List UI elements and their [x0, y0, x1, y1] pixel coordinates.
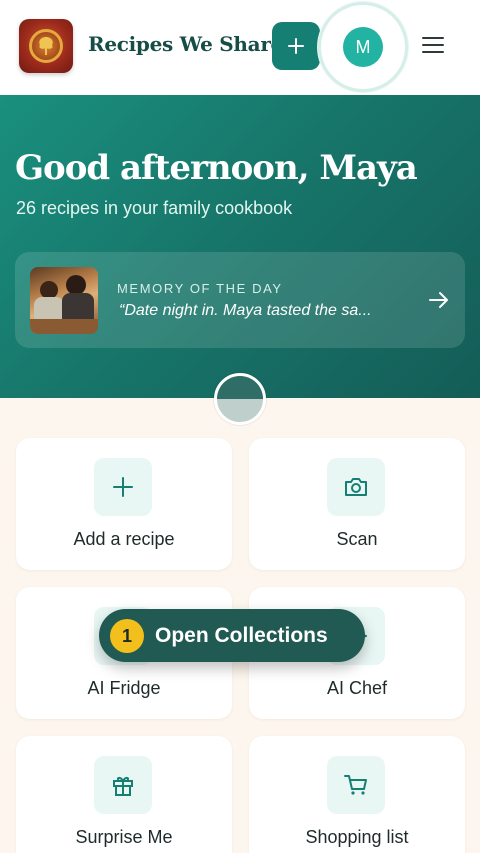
tile-label: Add a recipe — [73, 529, 175, 549]
plus-icon — [113, 477, 133, 497]
cart-icon-container — [327, 756, 385, 814]
app-logo[interactable] — [19, 19, 73, 73]
app-title: Recipes We Share — [88, 32, 283, 56]
tile-label: Surprise Me — [75, 827, 173, 847]
step-badge: 1 — [110, 619, 144, 653]
loading-spinner — [214, 373, 266, 425]
memory-photo — [30, 267, 98, 334]
tile-label: AI Chef — [326, 678, 388, 698]
plus-icon — [288, 38, 304, 54]
memory-quote: “Date night in. Maya tasted the sa... — [119, 302, 372, 319]
onboarding-tooltip[interactable]: 1 Open Collections — [99, 609, 365, 662]
tree-icon — [39, 37, 53, 55]
add-a-recipe-tile[interactable]: Add a recipe — [16, 438, 232, 570]
arrow-right-icon — [429, 292, 448, 308]
avatar[interactable]: M — [343, 27, 383, 67]
tile-label: AI Fridge — [87, 678, 161, 698]
cart-icon — [344, 775, 367, 795]
gift-icon — [113, 777, 133, 796]
tile-label: Shopping list — [305, 827, 409, 847]
memory-of-the-day-card[interactable]: MEMORY OF THE DAY “Date night in. Maya t… — [15, 252, 465, 348]
scan-tile[interactable]: Scan — [249, 438, 465, 570]
camera-icon — [345, 478, 367, 496]
hero-banner: Good afternoon, Maya 26 recipes in your … — [0, 95, 480, 425]
scan-icon-container — [327, 458, 385, 516]
recipe-count-text: 26 recipes in your family cookbook — [16, 198, 293, 218]
surprise-me-tile[interactable]: Surprise Me — [16, 736, 232, 853]
add-icon-container — [94, 458, 152, 516]
app-header: Recipes We Share M — [0, 0, 480, 95]
tile-label: Scan — [336, 529, 378, 549]
hamburger-menu-icon[interactable] — [420, 32, 446, 58]
memory-label: MEMORY OF THE DAY — [117, 281, 283, 296]
gift-icon-container — [94, 756, 152, 814]
shopping-list-tile[interactable]: Shopping list — [249, 736, 465, 853]
greeting-heading: Good afternoon, Maya — [15, 148, 418, 188]
tooltip-text: Open Collections — [155, 624, 328, 647]
add-recipe-button[interactable] — [272, 22, 320, 70]
